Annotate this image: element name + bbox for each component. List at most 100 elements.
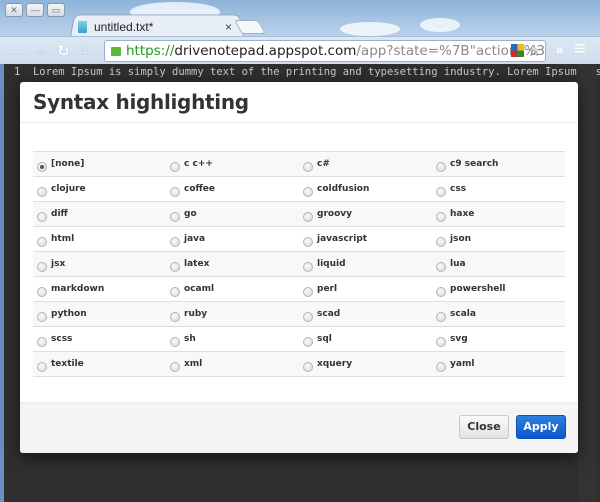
syntax-option[interactable]: scad — [299, 302, 432, 326]
editor-scrollbar[interactable] — [578, 64, 596, 502]
syntax-option-label: haxe — [450, 209, 475, 219]
options-row: jsx latex liquid lua — [33, 252, 565, 277]
options-row: html java javascript json — [33, 227, 565, 252]
radio-button[interactable] — [303, 262, 313, 272]
radio-button[interactable] — [37, 162, 47, 172]
syntax-option[interactable]: powershell — [432, 277, 565, 301]
syntax-option[interactable]: xquery — [299, 352, 432, 376]
sky-cloud — [420, 18, 460, 32]
syntax-option[interactable]: python — [33, 302, 166, 326]
menu-icon[interactable]: ≡ — [574, 38, 586, 61]
radio-button[interactable] — [170, 162, 180, 172]
syntax-option[interactable]: json — [432, 227, 565, 251]
radio-button[interactable] — [436, 237, 446, 247]
syntax-option[interactable]: go — [166, 202, 299, 226]
forward-icon[interactable]: → — [33, 42, 48, 59]
radio-button[interactable] — [37, 337, 47, 347]
radio-button[interactable] — [170, 287, 180, 297]
close-button[interactable]: Close — [459, 415, 509, 439]
syntax-option[interactable]: lua — [432, 252, 565, 276]
radio-button[interactable] — [170, 362, 180, 372]
apply-button[interactable]: Apply — [516, 415, 566, 439]
syntax-option-label: c9 search — [450, 159, 499, 169]
radio-button[interactable] — [170, 312, 180, 322]
radio-button[interactable] — [170, 187, 180, 197]
tab-close-icon[interactable]: × — [225, 20, 232, 34]
syntax-option[interactable]: ruby — [166, 302, 299, 326]
radio-button[interactable] — [37, 312, 47, 322]
syntax-option[interactable]: scss — [33, 327, 166, 351]
syntax-option-label: sql — [317, 334, 332, 344]
syntax-option[interactable]: c c++ — [166, 152, 299, 176]
window-close-button[interactable]: ✕ — [5, 3, 23, 17]
syntax-option[interactable]: yaml — [432, 352, 565, 376]
radio-button[interactable] — [436, 362, 446, 372]
radio-button[interactable] — [303, 362, 313, 372]
syntax-option[interactable]: markdown — [33, 277, 166, 301]
radio-button[interactable] — [436, 312, 446, 322]
radio-button[interactable] — [37, 187, 47, 197]
radio-button[interactable] — [303, 237, 313, 247]
syntax-option-label: ocaml — [184, 284, 215, 294]
radio-button[interactable] — [37, 362, 47, 372]
syntax-option[interactable]: jsx — [33, 252, 166, 276]
syntax-option[interactable]: sql — [299, 327, 432, 351]
radio-button[interactable] — [303, 312, 313, 322]
syntax-option[interactable]: sh — [166, 327, 299, 351]
syntax-option[interactable]: coldfusion — [299, 177, 432, 201]
radio-button[interactable] — [303, 187, 313, 197]
home-icon[interactable]: ⌂ — [80, 40, 90, 58]
syntax-option[interactable]: javascript — [299, 227, 432, 251]
syntax-option[interactable]: diff — [33, 202, 166, 226]
syntax-option[interactable]: c9 search — [432, 152, 565, 176]
radio-button[interactable] — [303, 162, 313, 172]
radio-button[interactable] — [303, 287, 313, 297]
radio-button[interactable] — [436, 262, 446, 272]
syntax-option[interactable]: textile — [33, 352, 166, 376]
extensions-overflow-icon[interactable]: » — [556, 42, 563, 57]
syntax-option[interactable]: svg — [432, 327, 565, 351]
browser-tab-content[interactable]: untitled.txt* × — [78, 16, 238, 38]
syntax-option[interactable]: perl — [299, 277, 432, 301]
syntax-option[interactable]: liquid — [299, 252, 432, 276]
radio-button[interactable] — [170, 262, 180, 272]
editor-line[interactable]: 1 Lorem Ipsum is simply dummy text of th… — [14, 66, 600, 78]
bookmark-star-icon[interactable]: ☆ — [527, 41, 541, 61]
radio-button[interactable] — [303, 212, 313, 222]
lock-icon — [111, 47, 121, 56]
line-text: Lorem Ipsum is simply dummy text of the … — [32, 66, 600, 78]
radio-button[interactable] — [37, 212, 47, 222]
radio-button[interactable] — [436, 337, 446, 347]
syntax-option[interactable]: clojure — [33, 177, 166, 201]
back-icon[interactable]: ← — [9, 42, 24, 59]
radio-button[interactable] — [436, 187, 446, 197]
radio-button[interactable] — [170, 337, 180, 347]
radio-button[interactable] — [436, 287, 446, 297]
syntax-option[interactable]: latex — [166, 252, 299, 276]
syntax-option[interactable]: html — [33, 227, 166, 251]
radio-button[interactable] — [436, 212, 446, 222]
reload-icon[interactable]: ↻ — [57, 42, 70, 60]
radio-button[interactable] — [303, 337, 313, 347]
syntax-option-label: svg — [450, 334, 468, 344]
radio-button[interactable] — [37, 237, 47, 247]
syntax-option[interactable]: c# — [299, 152, 432, 176]
window-maximize-button[interactable]: ▭ — [47, 3, 65, 17]
syntax-option[interactable]: haxe — [432, 202, 565, 226]
syntax-option[interactable]: groovy — [299, 202, 432, 226]
radio-button[interactable] — [436, 162, 446, 172]
radio-button[interactable] — [37, 287, 47, 297]
radio-button[interactable] — [170, 237, 180, 247]
syntax-option[interactable]: scala — [432, 302, 565, 326]
syntax-option[interactable]: coffee — [166, 177, 299, 201]
syntax-option[interactable]: xml — [166, 352, 299, 376]
window-minimize-button[interactable]: — — [26, 3, 44, 17]
radio-button[interactable] — [170, 212, 180, 222]
syntax-option[interactable]: [none] — [33, 152, 166, 176]
syntax-option[interactable]: java — [166, 227, 299, 251]
extension-icon[interactable] — [511, 44, 524, 57]
radio-button[interactable] — [37, 262, 47, 272]
address-bar[interactable]: https://drivenotepad.appspot.com/app?sta… — [104, 40, 546, 62]
syntax-option[interactable]: css — [432, 177, 565, 201]
syntax-option[interactable]: ocaml — [166, 277, 299, 301]
